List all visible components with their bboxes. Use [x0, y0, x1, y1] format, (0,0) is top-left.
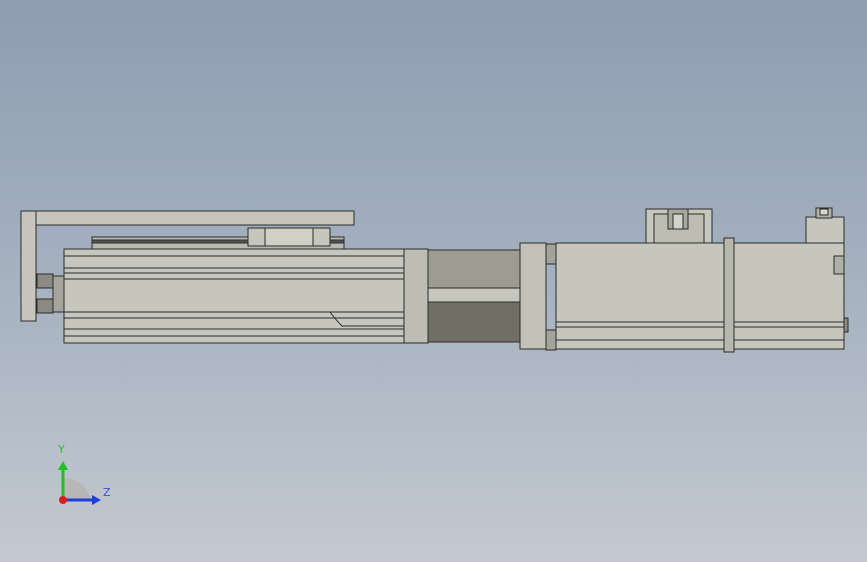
actuator-model-side-view[interactable] — [0, 0, 867, 562]
axis-triad — [58, 461, 101, 505]
motor-flange[interactable] — [519, 242, 557, 351]
triad-z-label: Z — [103, 486, 111, 499]
triad-quadrant-icon — [63, 477, 91, 500]
power-connector[interactable] — [805, 207, 845, 244]
actuator-body[interactable] — [63, 248, 407, 344]
triad-y-label: Y — [58, 443, 65, 456]
slider-carriage[interactable] — [91, 227, 345, 250]
x-axis-dot-icon — [59, 496, 67, 504]
encoder-connector[interactable] — [645, 208, 713, 244]
coupling-housing[interactable] — [403, 248, 521, 344]
servo-motor[interactable] — [555, 237, 849, 353]
cad-viewport[interactable]: Y Z — [0, 0, 867, 562]
end-nut[interactable] — [36, 273, 66, 314]
